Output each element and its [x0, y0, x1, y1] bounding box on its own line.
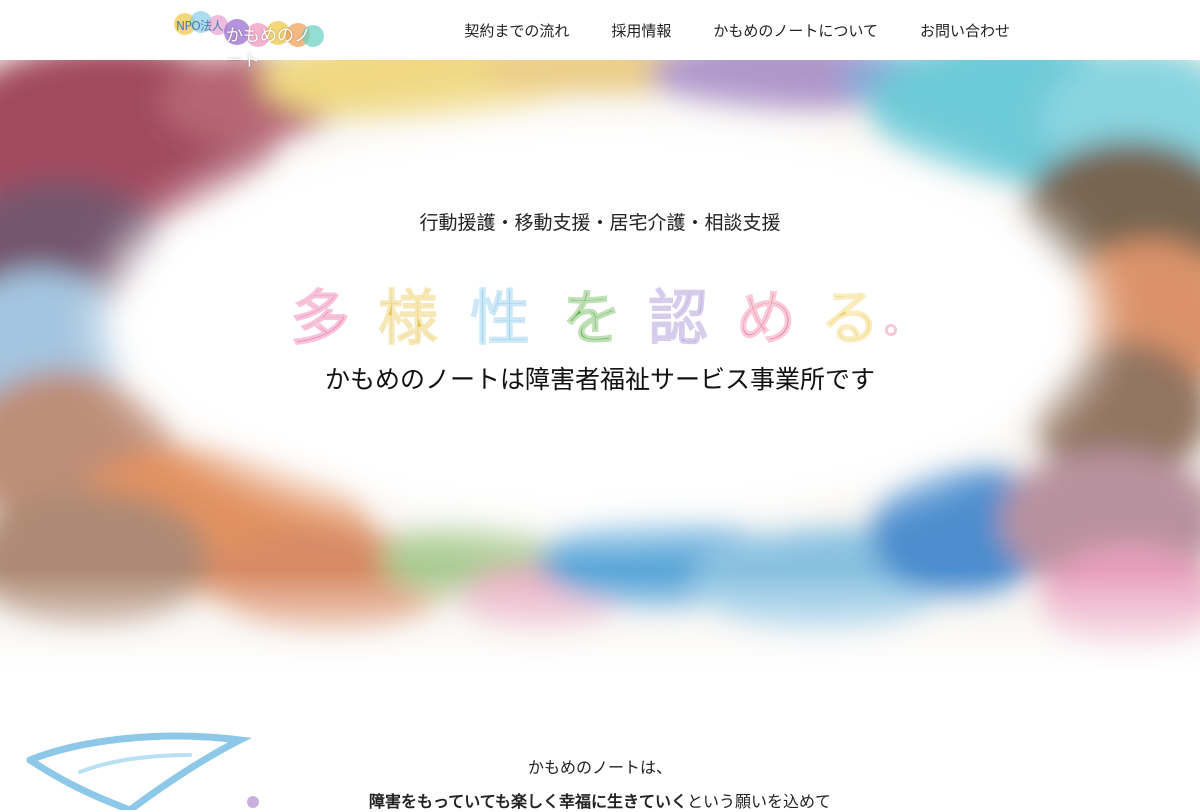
site-logo[interactable]: NPO法人 かもめのノート — [174, 11, 326, 71]
headline-char: 多 — [289, 283, 351, 355]
intro-line-1: かもめのノートは、 — [527, 758, 672, 777]
headline-char: 認 — [647, 283, 709, 355]
logo-name: かもめのノート — [226, 26, 311, 71]
intro-emphasis: 障害をもっていても楽しく幸福に生きていく — [369, 792, 687, 811]
nav-link-recruit[interactable]: 採用情報 — [611, 20, 671, 41]
intro-section: かもめのノートは、 障害をもっていても楽しく幸福に生きていくという願いを込めて — [0, 670, 1200, 811]
intro-line-2: 障害をもっていても楽しく幸福に生きていくという願いを込めて — [0, 788, 1200, 812]
hero-tagline: かもめのノートは障害者福祉サービス事業所です — [324, 365, 875, 394]
headline-char: 性 — [469, 283, 531, 355]
nav-link-about[interactable]: かもめのノートについて — [713, 20, 878, 41]
intro-line-2-rest: という願いを込めて — [686, 792, 831, 811]
hero-headline: 多 様 性 を 認 め る 。 — [289, 270, 930, 355]
hero-section: 行動援護・移動支援・居宅介護・相談支援 多 様 性 を 認 め る 。 かもめの… — [0, 60, 1200, 670]
headline-char: 様 — [377, 283, 439, 355]
headline-char: 。 — [883, 300, 921, 343]
logo-prefix: NPO法人 — [176, 19, 224, 33]
headline-char: る — [819, 283, 881, 355]
headline-char: め — [735, 283, 797, 355]
site-header: NPO法人 かもめのノート 契約までの流れ 採用情報 かもめのノートについて お… — [0, 0, 1200, 71]
headline-char: を — [561, 283, 623, 355]
main-nav: 契約までの流れ 採用情報 かもめのノートについて お問い合わせ — [464, 0, 1010, 60]
nav-link-contract-flow[interactable]: 契約までの流れ — [464, 20, 569, 41]
nav-link-contact[interactable]: お問い合わせ — [920, 20, 1010, 41]
services-list: 行動援護・移動支援・居宅介護・相談支援 — [419, 212, 781, 234]
